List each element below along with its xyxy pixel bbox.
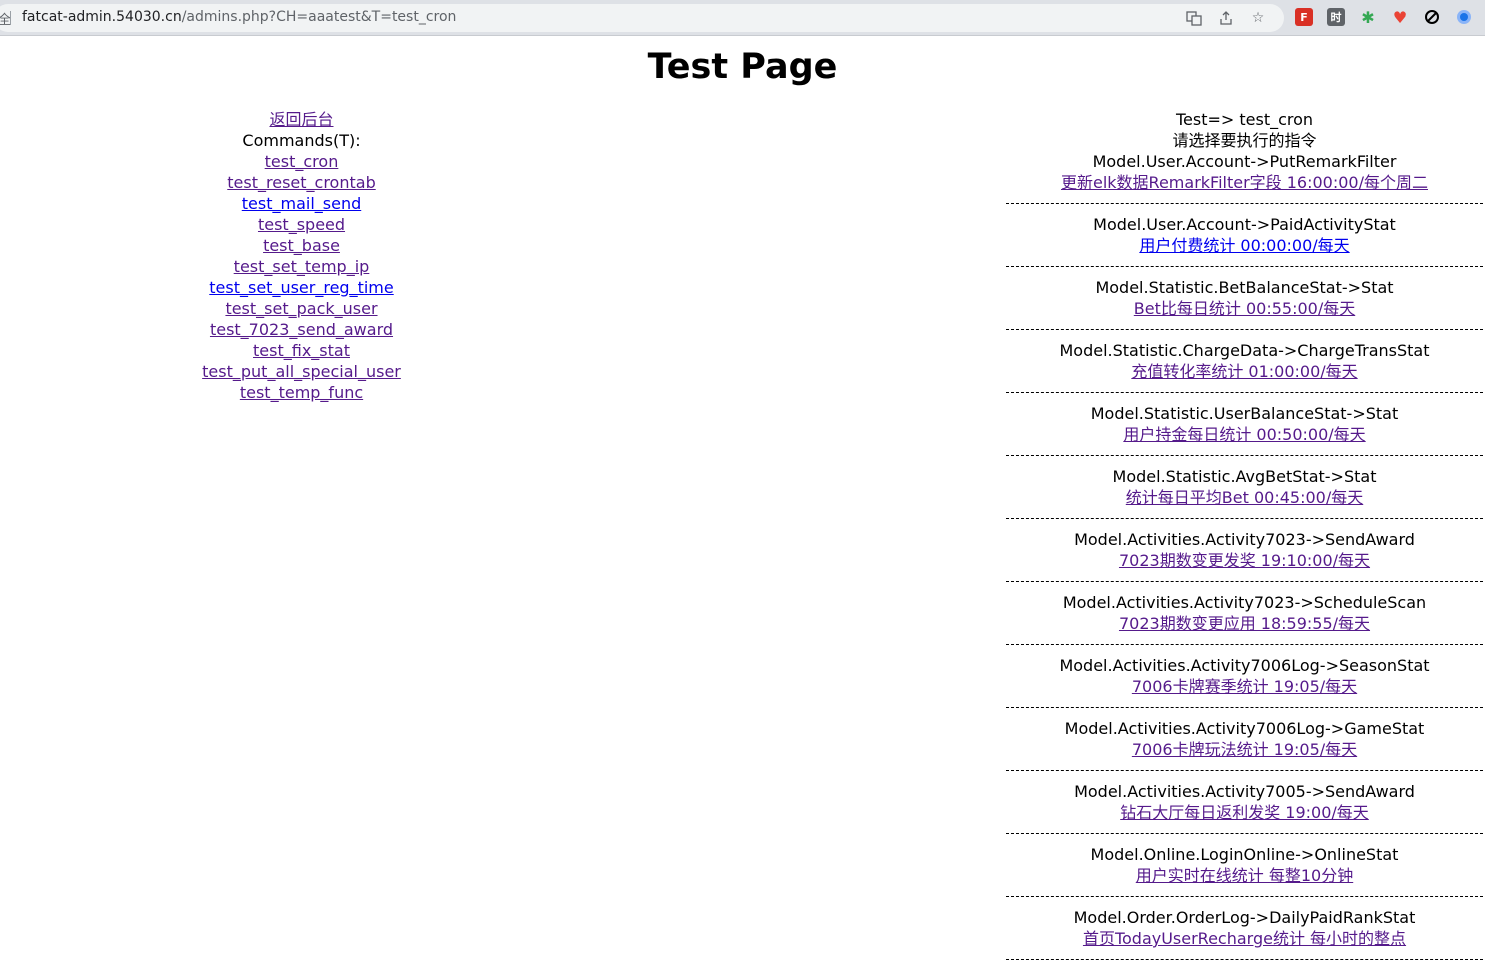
cron-entry: Model.Activities.Activity7006Log->Season… [1006,655,1483,708]
command-link[interactable]: test_put_all_special_user [140,361,463,382]
cron-run-link[interactable]: 用户持金每日统计 00:50:00/每天 [1006,424,1483,445]
cron-run-link[interactable]: 充值转化率统计 01:00:00/每天 [1006,361,1483,382]
command-link[interactable]: test_mail_send [140,193,463,214]
cron-entry: Model.Statistic.UserBalanceStat->Stat 用户持… [1006,403,1483,456]
commands-panel: 返回后台 Commands(T): test_cron test_reset_cr… [140,109,463,403]
cron-panel: Test=> test_cron 请选择要执行的指令 Model.User.Ac… [1006,109,1483,970]
url-path: /admins.php?CH=aaatest&T=test_cron [181,9,457,25]
entry-divider [1006,203,1483,204]
command-link[interactable]: test_speed [140,214,463,235]
entry-divider [1006,581,1483,582]
entry-divider [1006,392,1483,393]
cron-method-label: Model.Statistic.AvgBetStat->Stat [1112,467,1377,486]
cron-run-link[interactable]: 7006卡牌赛季统计 19:05/每天 [1006,676,1483,697]
profile-avatar-icon[interactable] [1455,8,1473,26]
cron-entry: Model.Statistic.AvgBetStat->Stat 统计每日平均Be… [1006,466,1483,519]
cron-run-link[interactable]: 7023期数变更发奖 19:10:00/每天 [1006,550,1483,571]
translate-icon[interactable] [1184,8,1204,28]
cron-run-link[interactable]: Bet比每日统计 00:55:00/每天 [1006,298,1483,319]
browser-toolbar: 全 fatcat-admin.54030.cn/admins.php?CH=aa… [0,0,1485,36]
cron-run-link[interactable]: 用户实时在线统计 每整10分钟 [1006,865,1483,886]
command-link[interactable]: test_fix_stat [140,340,463,361]
cron-run-link[interactable]: 统计每日平均Bet 00:45:00/每天 [1006,487,1483,508]
entry-divider [1006,707,1483,708]
page-title: Test Page [647,47,838,87]
entry-divider [1006,833,1483,834]
cron-entry: Model.Activities.Activity7023->ScheduleS… [1006,592,1483,645]
extension-block-icon[interactable] [1423,8,1441,26]
cron-entry: Model.Activities.Activity7005->SendAward… [1006,781,1483,834]
cron-method-label: Model.Activities.Activity7005->SendAward [1074,782,1415,801]
cron-run-link[interactable]: 钻石大厅每日返利发奖 19:00/每天 [1006,802,1483,823]
url-host: fatcat-admin.54030.cn [22,9,182,25]
cron-run-link[interactable]: 7023期数变更应用 18:59:55/每天 [1006,613,1483,634]
cron-entry: Model.User.Account->PaidActivityStat 用户付费… [1006,214,1483,267]
url-text[interactable]: fatcat-admin.54030.cn/admins.php?CH=aaat… [22,9,456,25]
cron-method-label: Model.Activities.Activity7006Log->GameSt… [1064,719,1425,738]
address-bar[interactable]: 全 fatcat-admin.54030.cn/admins.php?CH=aa… [0,4,1284,32]
entry-divider [1006,329,1483,330]
share-icon[interactable] [1216,8,1236,28]
cron-method-label: Model.Statistic.UserBalanceStat->Stat [1090,404,1399,423]
cron-run-link[interactable]: 更新elk数据RemarkFilter字段 16:00:00/每个周二 [1006,172,1483,193]
cron-method-label: Model.Online.LoginOnline->OnlineStat [1090,845,1399,864]
extension-time-icon[interactable]: 时 [1327,8,1345,26]
entry-divider [1006,266,1483,267]
bookmark-star-icon[interactable]: ☆ [1248,8,1268,28]
cron-method-label: Model.Activities.Activity7023->ScheduleS… [1062,593,1427,612]
command-link[interactable]: test_temp_func [140,382,463,403]
entry-divider [1006,770,1483,771]
cron-entry: Model.Online.LoginOnline->OnlineStat 用户实时… [1006,844,1483,897]
back-to-admin-link[interactable]: 返回后台 [140,109,463,130]
command-list: test_cron test_reset_crontab test_mail_sen… [140,151,463,403]
commands-label: Commands(T): [242,131,361,150]
entry-divider [1006,518,1483,519]
instruction-prompt: 请选择要执行的指令 [1172,131,1317,150]
command-link[interactable]: test_set_user_reg_time [140,277,463,298]
cron-entry-list: Model.User.Account->PutRemarkFilter 更新elk… [1006,151,1483,960]
cron-method-label: Model.Activities.Activity7023->SendAward [1074,530,1415,549]
command-link[interactable]: test_cron [140,151,463,172]
entry-divider [1006,959,1483,960]
omnibox-divider [10,11,11,25]
entry-divider [1006,896,1483,897]
extension-gear-icon[interactable]: ✱ [1359,8,1377,27]
command-link[interactable]: test_7023_send_award [140,319,463,340]
cron-entry: Model.Statistic.ChargeData->ChargeTransS… [1006,340,1483,393]
cron-method-label: Model.Statistic.ChargeData->ChargeTransS… [1059,341,1430,360]
cron-method-label: Model.Statistic.BetBalanceStat->Stat [1095,278,1394,297]
cron-method-label: Model.Activities.Activity7006Log->Season… [1059,656,1430,675]
cron-entry: Model.Order.OrderLog->DailyPaidRankStat 首… [1006,907,1483,960]
cron-run-link[interactable]: 首页TodayUserRecharge统计 每小时的整点 [1006,928,1483,949]
extension-heart-icon[interactable]: ♥ [1391,8,1409,27]
extension-fe-icon[interactable]: F [1295,8,1313,26]
cron-entry: Model.User.Account->PutRemarkFilter 更新elk… [1006,151,1483,204]
entry-divider [1006,644,1483,645]
entry-divider [1006,455,1483,456]
command-link[interactable]: test_set_pack_user [140,298,463,319]
command-link[interactable]: test_set_temp_ip [140,256,463,277]
cron-entry: Model.Statistic.BetBalanceStat->Stat Bet比… [1006,277,1483,330]
cron-entry: Model.Activities.Activity7006Log->GameSt… [1006,718,1483,771]
cron-entry: Model.Activities.Activity7023->SendAward… [1006,529,1483,582]
command-link[interactable]: test_base [140,235,463,256]
test-line: Test=> test_cron [1175,110,1314,129]
cron-method-label: Model.User.Account->PutRemarkFilter [1092,152,1397,171]
command-link[interactable]: test_reset_crontab [140,172,463,193]
cron-run-link[interactable]: 用户付费统计 00:00:00/每天 [1006,235,1483,256]
cron-method-label: Model.User.Account->PaidActivityStat [1093,215,1396,234]
cron-run-link[interactable]: 7006卡牌玩法统计 19:05/每天 [1006,739,1483,760]
cron-method-label: Model.Order.OrderLog->DailyPaidRankStat [1073,908,1416,927]
